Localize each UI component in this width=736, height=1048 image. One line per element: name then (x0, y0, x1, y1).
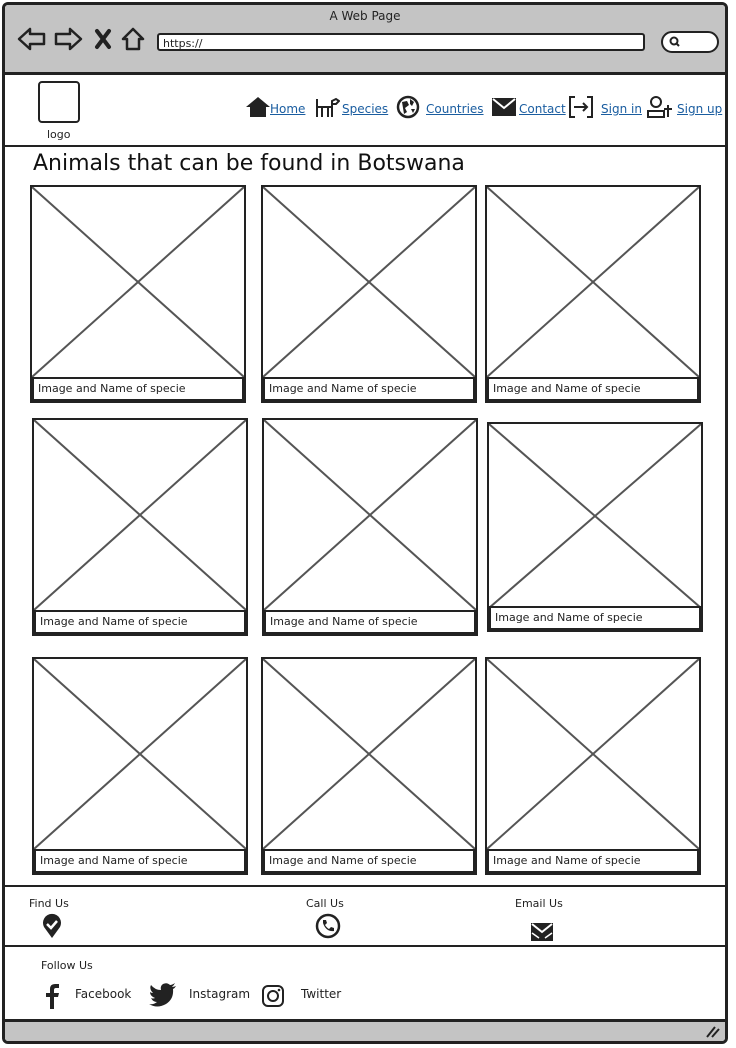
call-us-label: Call Us (306, 897, 344, 910)
forward-arrow-icon[interactable] (53, 25, 83, 53)
image-placeholder (487, 187, 699, 377)
url-input[interactable]: https:// (157, 33, 645, 51)
page-title: Animals that can be found in Botswana (33, 151, 465, 176)
nav-species-link[interactable]: Species (342, 102, 388, 116)
back-arrow-icon[interactable] (17, 25, 47, 53)
species-caption: Image and Name of specie (263, 377, 475, 401)
logo-placeholder[interactable] (38, 81, 80, 123)
status-bar (5, 1019, 725, 1041)
nav-contact-link[interactable]: Contact (519, 102, 566, 116)
facebook-link[interactable]: Facebook (75, 987, 131, 1001)
instagram-link[interactable]: Instagram (189, 987, 250, 1001)
find-us-label: Find Us (29, 897, 69, 910)
species-card[interactable]: Image and Name of specie (32, 418, 248, 636)
species-caption: Image and Name of specie (489, 606, 701, 630)
twitter-icon[interactable] (149, 983, 177, 1007)
social-section: Follow Us Facebook Instagram Twitter (5, 947, 725, 1021)
nav-sign-in-link[interactable]: Sign in (601, 102, 642, 116)
globe-icon (396, 95, 420, 119)
twitter-link[interactable]: Twitter (301, 987, 341, 1001)
species-card[interactable]: Image and Name of specie (262, 418, 478, 636)
image-placeholder (264, 420, 476, 610)
species-caption: Image and Name of specie (34, 610, 246, 634)
envelope-icon[interactable] (529, 921, 555, 943)
species-caption: Image and Name of specie (34, 849, 246, 873)
envelope-icon (492, 98, 516, 116)
sign-in-icon (569, 96, 593, 118)
contact-footer: Find Us Call Us Email Us (5, 885, 725, 947)
dog-icon (316, 97, 340, 117)
instagram-icon[interactable] (261, 984, 285, 1008)
species-caption: Image and Name of specie (487, 377, 699, 401)
resize-grip-icon[interactable] (705, 1025, 721, 1039)
species-card[interactable]: Image and Name of specie (30, 185, 246, 403)
search-icon (669, 36, 680, 47)
image-placeholder (487, 659, 699, 849)
nav-sign-up-link[interactable]: Sign up (677, 102, 722, 116)
close-icon[interactable] (93, 25, 113, 53)
species-card[interactable]: Image and Name of specie (487, 422, 703, 632)
image-placeholder (34, 659, 246, 849)
nav-home-link[interactable]: Home (270, 102, 305, 116)
species-card[interactable]: Image and Name of specie (485, 185, 701, 403)
image-placeholder (263, 187, 475, 377)
image-placeholder (34, 420, 246, 610)
follow-us-label: Follow Us (41, 959, 93, 972)
map-marker-icon[interactable] (41, 913, 63, 939)
image-placeholder (32, 187, 244, 377)
search-field[interactable] (661, 31, 719, 53)
email-us-label: Email Us (515, 897, 563, 910)
logo-label: logo (47, 128, 71, 141)
image-placeholder (263, 659, 475, 849)
site-header: logo Home Species Countries Contact Sign… (5, 75, 725, 147)
browser-window: A Web Page https:// logo Home Species Co… (2, 2, 728, 1044)
species-card[interactable]: Image and Name of specie (261, 185, 477, 403)
window-title: A Web Page (329, 9, 401, 23)
phone-icon[interactable] (315, 913, 341, 939)
species-caption: Image and Name of specie (263, 849, 475, 873)
species-card[interactable]: Image and Name of specie (32, 657, 248, 875)
species-caption: Image and Name of specie (264, 610, 476, 634)
species-caption: Image and Name of specie (487, 849, 699, 873)
facebook-icon[interactable] (43, 983, 61, 1009)
image-placeholder (489, 424, 701, 608)
species-caption: Image and Name of specie (32, 377, 244, 401)
home-icon (246, 97, 270, 117)
home-icon[interactable] (119, 25, 147, 53)
nav-countries-link[interactable]: Countries (426, 102, 484, 116)
user-add-icon (647, 96, 672, 118)
species-card[interactable]: Image and Name of specie (261, 657, 477, 875)
browser-toolbar: A Web Page https:// (5, 5, 725, 75)
species-card[interactable]: Image and Name of specie (485, 657, 701, 875)
